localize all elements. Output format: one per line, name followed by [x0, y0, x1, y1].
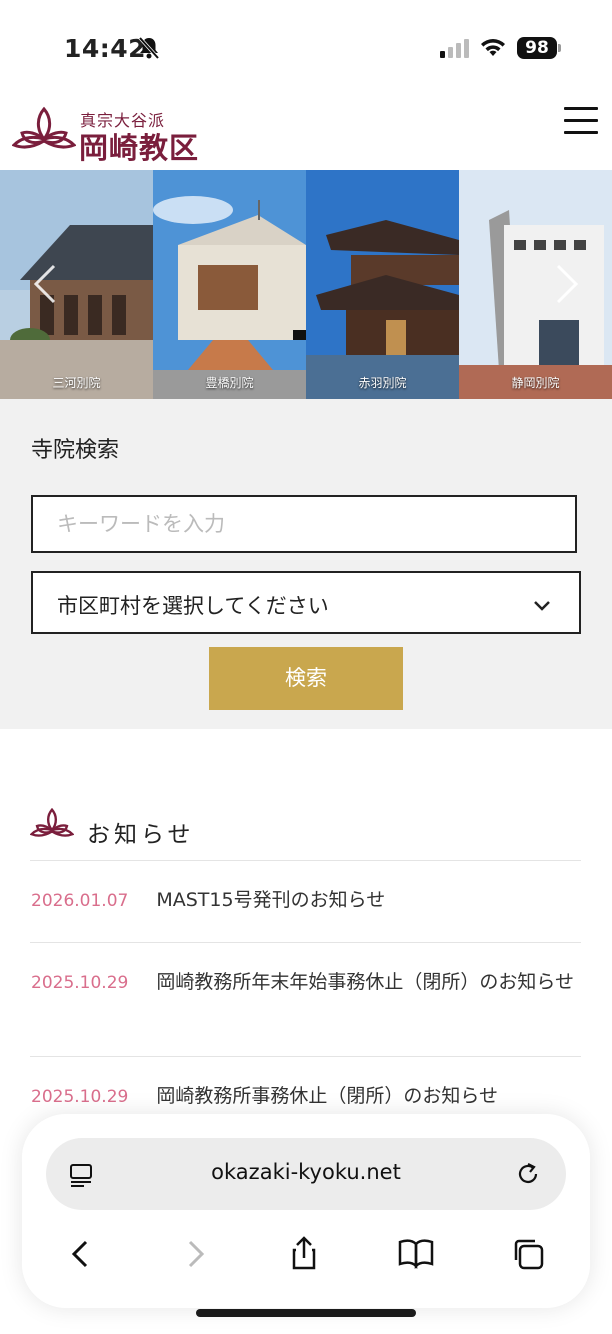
- slide-caption: 三河別院: [52, 376, 101, 390]
- slide-mikawa[interactable]: 三河別院: [0, 170, 153, 399]
- browser-toolbar: okazaki-kyoku.net: [22, 1114, 590, 1308]
- slide-toyohashi[interactable]: 豊橋別院: [153, 170, 306, 399]
- home-indicator: [196, 1309, 416, 1317]
- slide-caption: 赤羽別院: [358, 376, 407, 390]
- bell-muted-icon: [138, 36, 160, 64]
- browser-nav-toolbar: [22, 1234, 590, 1284]
- news-text: 岡崎教務所年末年始事務休止（閉所）のお知らせ: [156, 971, 574, 993]
- divider: [30, 860, 581, 861]
- divider: [30, 1056, 581, 1057]
- temple-slider[interactable]: 三河別院 豊橋別院 赤羽別院 静岡別院: [0, 170, 612, 399]
- news-item[interactable]: 2026.01.07 MAST15号発刊のお知らせ: [31, 885, 581, 916]
- battery-level: 98: [517, 37, 557, 59]
- status-time: 14:42: [64, 34, 147, 63]
- slide-caption: 静岡別院: [511, 376, 560, 390]
- wifi-icon: [479, 36, 507, 62]
- slide-akabane[interactable]: 赤羽別院: [306, 170, 459, 399]
- news-date: 2025.10.29: [31, 1087, 129, 1107]
- url-text: okazaki-kyoku.net: [211, 1160, 401, 1184]
- slider-prev-button[interactable]: [30, 262, 60, 306]
- menu-line: [564, 119, 598, 122]
- share-icon[interactable]: [284, 1234, 324, 1274]
- news-text: MAST15号発刊のお知らせ: [156, 889, 386, 911]
- news-item[interactable]: 2025.10.29 岡崎教務所事務休止（閉所）のお知らせ: [31, 1081, 581, 1112]
- lotus-logo-icon[interactable]: [11, 105, 77, 159]
- cellular-signal-icon: [440, 38, 470, 62]
- slider-next-button[interactable]: [552, 262, 582, 306]
- status-bar: 14:42 98: [0, 0, 612, 95]
- city-select[interactable]: 市区町村を選択してください: [31, 571, 581, 634]
- search-title: 寺院検索: [31, 438, 120, 463]
- news-date: 2025.10.29: [31, 973, 129, 993]
- news-title: お知らせ: [87, 822, 195, 848]
- news-text: 岡崎教務所事務休止（閉所）のお知らせ: [156, 1085, 498, 1107]
- address-bar[interactable]: okazaki-kyoku.net: [46, 1138, 566, 1210]
- reload-icon[interactable]: [514, 1160, 542, 1192]
- keyword-input[interactable]: [31, 495, 577, 553]
- forward-icon[interactable]: [174, 1234, 214, 1274]
- lotus-icon: [29, 807, 75, 845]
- bookmarks-icon[interactable]: [396, 1234, 436, 1274]
- logo-title[interactable]: 岡崎教区: [79, 125, 199, 167]
- tabs-overview-icon[interactable]: [508, 1234, 548, 1274]
- news-item[interactable]: 2025.10.29 岡崎教務所年末年始事務休止（閉所）のお知らせ: [31, 967, 581, 998]
- city-select-value: 市区町村を選択してください: [57, 594, 329, 618]
- chevron-down-icon: [533, 597, 551, 616]
- divider: [30, 942, 581, 943]
- slide-caption: 豊橋別院: [205, 376, 254, 390]
- menu-line: [564, 107, 598, 110]
- back-icon[interactable]: [62, 1234, 102, 1274]
- chevron-right-icon: [556, 264, 579, 304]
- site-header: 真宗大谷派 岡崎教区: [0, 95, 612, 170]
- menu-line: [564, 131, 598, 134]
- chevron-left-icon: [33, 264, 56, 304]
- temple-search-panel: 寺院検索 市区町村を選択してください 検索: [0, 399, 612, 729]
- battery-cap: [558, 44, 561, 52]
- slide-shizuoka[interactable]: 静岡別院: [459, 170, 612, 399]
- search-button[interactable]: 検索: [209, 647, 403, 710]
- hamburger-menu-button[interactable]: [564, 107, 598, 137]
- news-date: 2026.01.07: [31, 891, 129, 911]
